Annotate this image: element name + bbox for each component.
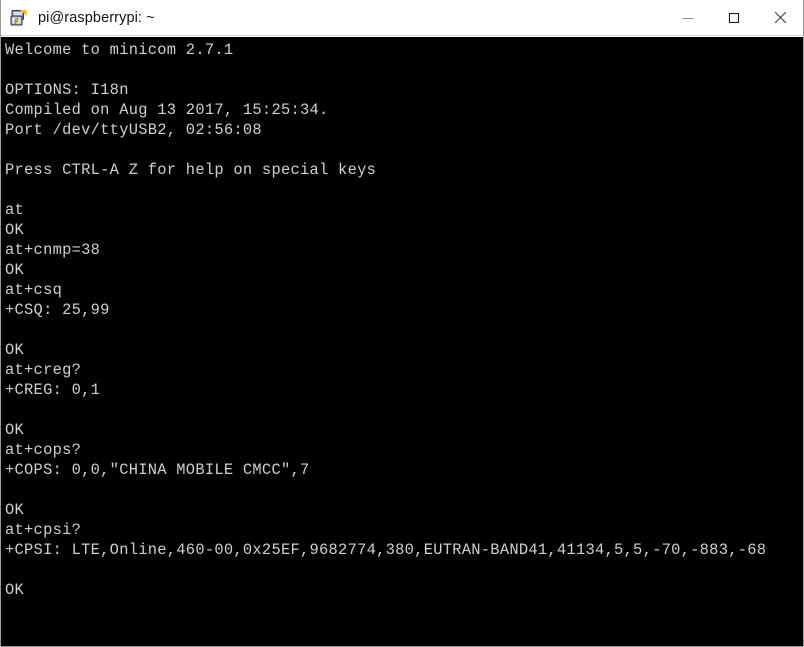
terminal-line: at+cops? (5, 441, 82, 459)
terminal-line: at+csq (5, 281, 63, 299)
terminal-line: Press CTRL-A Z for help on special keys (5, 161, 377, 179)
terminal-line: OK (5, 341, 25, 359)
terminal-line: OK (5, 221, 25, 239)
terminal-line: +CREG: 0,1 (5, 381, 101, 399)
terminal-line: Port /dev/ttyUSB2, 02:56:08 (5, 121, 262, 139)
maximize-icon (728, 12, 740, 23)
title-bar-left: pi@raspberrypi: ~ (1, 0, 665, 35)
terminal-line: +CSQ: 25,99 (5, 301, 110, 319)
minimize-button[interactable] (665, 0, 711, 35)
terminal-output-area[interactable]: Welcome to minicom 2.7.1 OPTIONS: I18n Co… (1, 37, 803, 646)
terminal-line: at+cpsi? (5, 521, 82, 539)
terminal-line: +CPSI: LTE,Online,460-00,0x25EF,9682774,… (5, 541, 767, 559)
minimize-icon (683, 17, 693, 19)
terminal-line: Welcome to minicom 2.7.1 (5, 41, 234, 59)
close-button[interactable] (757, 0, 803, 35)
terminal-line: +COPS: 0,0,"CHINA MOBILE CMCC",7 (5, 461, 310, 479)
terminal-line: OK (5, 421, 25, 439)
maximize-button[interactable] (711, 0, 757, 35)
window-title: pi@raspberrypi: ~ (38, 9, 155, 26)
close-icon (774, 11, 786, 24)
terminal-line: Compiled on Aug 13 2017, 15:25:34. (5, 101, 329, 119)
terminal-line: OK (5, 581, 25, 599)
title-bar[interactable]: pi@raspberrypi: ~ (1, 0, 803, 36)
terminal-window: pi@raspberrypi: ~ Welcome to minicom 2.7… (0, 0, 804, 647)
putty-terminal-icon (10, 9, 27, 25)
window-controls (665, 0, 803, 35)
terminal-line: at+creg? (5, 361, 82, 379)
terminal-line: OK (5, 261, 25, 279)
terminal-line: OK (5, 501, 25, 519)
terminal-line: at+cnmp=38 (5, 241, 101, 259)
terminal-line: at (5, 201, 25, 219)
terminal-line: OPTIONS: I18n (5, 81, 129, 99)
terminal-screen: Welcome to minicom 2.7.1 OPTIONS: I18n Co… (5, 40, 803, 600)
